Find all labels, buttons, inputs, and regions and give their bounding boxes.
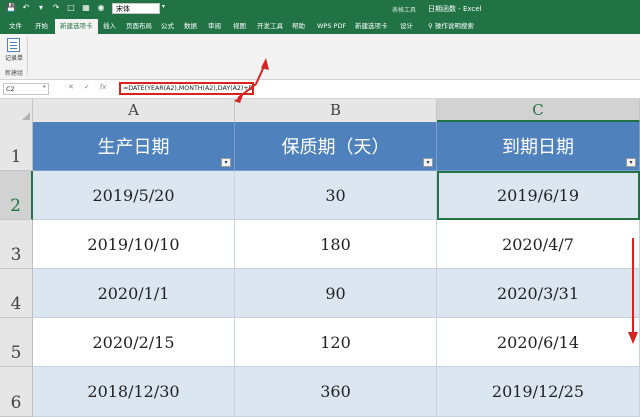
cell-c4[interactable]: 2020/3/31 (437, 269, 640, 318)
formula-bar: C2 ▾ ✕ ✓ fx =DATE(YEAR(A2),MONTH(A2),DAY… (0, 80, 640, 99)
table-row: 4 2020/1/1 90 2020/3/31 (0, 269, 640, 318)
tab-design[interactable]: 设计 (400, 19, 413, 34)
row-header-6[interactable]: 6 (0, 367, 33, 417)
row-header-4[interactable]: 4 (0, 269, 33, 318)
cell-b5[interactable]: 120 (235, 318, 437, 367)
column-header-a[interactable]: A (33, 99, 235, 122)
cell-a2[interactable]: 2019/5/20 (33, 171, 235, 220)
quick-access-toolbar: 💾 ↶ ▾ ↷ □ ▦ ◉ (6, 3, 106, 13)
ribbon-group-divider (27, 37, 28, 75)
tab-data[interactable]: 数据 (184, 19, 197, 34)
record-form-button[interactable]: 记录单 (5, 53, 23, 62)
table-row: 2 2019/5/20 30 2019/6/19 (0, 171, 640, 220)
tab-new-tab-2[interactable]: 新建选项卡 (355, 19, 388, 34)
cell-b6[interactable]: 360 (235, 367, 437, 417)
ribbon-panel: 记录单 新建组 (0, 34, 640, 80)
cell-a3[interactable]: 2019/10/10 (33, 220, 235, 269)
insert-function-icon[interactable]: fx (100, 83, 107, 91)
font-name-box[interactable]: 宋体 (112, 3, 160, 14)
column-header-c[interactable]: C (437, 99, 640, 122)
new-document-icon[interactable]: □ (66, 3, 76, 13)
cell-c2-selected[interactable]: 2019/6/19 (437, 171, 640, 220)
table-row: 6 2018/12/30 360 2019/12/25 (0, 367, 640, 417)
tab-review[interactable]: 审阅 (208, 19, 221, 34)
header-cell-expiry-date[interactable]: 到期日期 ▾ (437, 122, 640, 171)
tab-developer[interactable]: 开发工具 (257, 19, 283, 34)
tab-insert[interactable]: 插入 (103, 19, 116, 34)
enter-icon[interactable]: ✓ (84, 83, 90, 91)
column-header-b[interactable]: B (235, 99, 437, 122)
cell-a5[interactable]: 2020/2/15 (33, 318, 235, 367)
filter-dropdown-icon[interactable]: ▾ (221, 158, 231, 167)
tell-me-label: 操作说明搜索 (434, 22, 474, 30)
font-dropdown-icon[interactable]: ▾ (162, 3, 165, 10)
tab-new-tab-active[interactable]: 新建选项卡 (55, 19, 98, 34)
header-cell-production-date[interactable]: 生产日期 ▾ (33, 122, 235, 171)
tab-page-layout[interactable]: 页面布局 (126, 19, 152, 34)
camera-icon[interactable]: ◉ (96, 3, 106, 13)
name-box-dropdown-icon[interactable]: ▾ (43, 84, 46, 90)
cell-b3[interactable]: 180 (235, 220, 437, 269)
filter-dropdown-icon[interactable]: ▾ (423, 158, 433, 167)
document-title: 日期函数 - Excel (428, 5, 482, 13)
cell-c5[interactable]: 2020/6/14 (437, 318, 640, 367)
header-cell-shelf-life[interactable]: 保质期（天） ▾ (235, 122, 437, 171)
tab-home[interactable]: 开始 (35, 19, 48, 34)
lightbulb-icon: ⚲ (428, 22, 433, 30)
undo-dropdown-icon[interactable]: ▾ (36, 3, 46, 13)
cell-c6[interactable]: 2019/12/25 (437, 367, 640, 417)
tab-formulas[interactable]: 公式 (161, 19, 174, 34)
cell-a4[interactable]: 2020/1/1 (33, 269, 235, 318)
cancel-icon[interactable]: ✕ (68, 83, 74, 91)
cell-b2[interactable]: 30 (235, 171, 437, 220)
context-tools-label: 表格工具 (392, 7, 417, 14)
tell-me-search[interactable]: ⚲ 操作说明搜索 (428, 19, 474, 34)
filter-dropdown-icon[interactable]: ▾ (626, 158, 636, 167)
cell-c3[interactable]: 2020/4/7 (437, 220, 640, 269)
print-preview-icon[interactable]: ▦ (81, 3, 91, 13)
column-headers: A B C (0, 99, 640, 123)
row-header-2[interactable]: 2 (0, 171, 33, 220)
record-form-icon[interactable] (7, 38, 20, 52)
tab-view[interactable]: 视图 (233, 19, 246, 34)
tab-wps-pdf[interactable]: WPS PDF (317, 19, 346, 34)
save-icon[interactable]: 💾 (6, 3, 16, 13)
title-bar: 💾 ↶ ▾ ↷ □ ▦ ◉ 宋体 ▾ 表格工具 日期函数 - Excel (0, 0, 640, 19)
table-row: 1 生产日期 ▾ 保质期（天） ▾ 到期日期 ▾ (0, 122, 640, 171)
tab-help[interactable]: 帮助 (292, 19, 305, 34)
formula-bar-icons: ✕ ✓ fx (68, 83, 106, 91)
select-all-button[interactable] (0, 99, 33, 122)
row-header-1[interactable]: 1 (0, 122, 33, 171)
redo-icon[interactable]: ↷ (51, 3, 61, 13)
cell-b4[interactable]: 90 (235, 269, 437, 318)
formula-input[interactable]: =DATE(YEAR(A2),MONTH(A2),DAY(A2)+B2) (119, 82, 254, 95)
tab-file[interactable]: 文件 (9, 19, 22, 34)
ribbon-tab-bar: 文件 开始 新建选项卡 插入 页面布局 公式 数据 审阅 视图 开发工具 帮助 … (0, 19, 640, 34)
row-header-5[interactable]: 5 (0, 318, 33, 367)
undo-icon[interactable]: ↶ (21, 3, 31, 13)
table-row: 3 2019/10/10 180 2020/4/7 (0, 220, 640, 269)
row-header-3[interactable]: 3 (0, 220, 33, 269)
table-row: 5 2020/2/15 120 2020/6/14 (0, 318, 640, 367)
ribbon-group-label: 新建组 (5, 70, 24, 77)
cell-a6[interactable]: 2018/12/30 (33, 367, 235, 417)
